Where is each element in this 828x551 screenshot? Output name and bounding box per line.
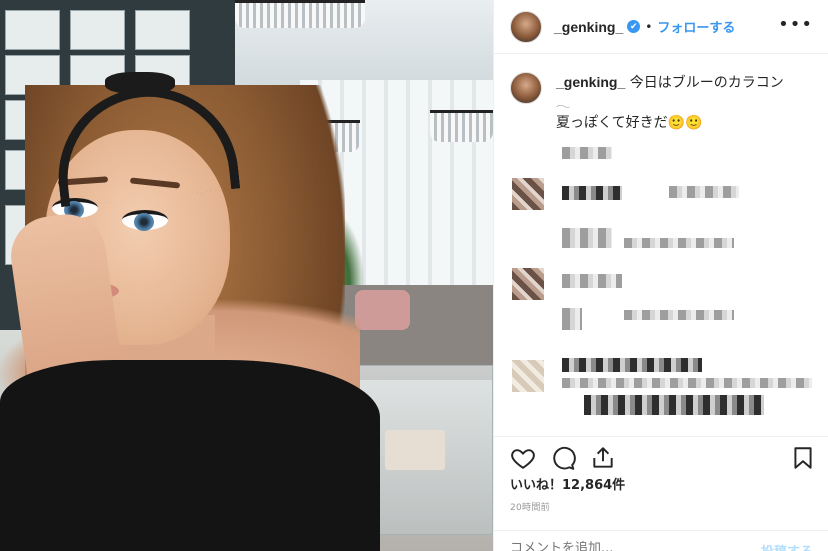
avatar[interactable] (510, 10, 542, 43)
comment-bubble-icon[interactable] (550, 445, 576, 471)
caption-avatar[interactable] (510, 72, 542, 104)
post-side-panel: _genking_ ✔ • フォローする ••• _genking_ 今日はブル… (493, 0, 828, 551)
caption-line1: 今日はブルーのカラコン (629, 75, 784, 91)
post-header: _genking_ ✔ • フォローする ••• (494, 0, 828, 54)
mosaic-comment (562, 378, 812, 388)
caption-line2: 夏っぽくて好きだ🙂🙂 (556, 115, 703, 131)
comment-avatar (512, 268, 544, 300)
shelf-cell (5, 10, 60, 50)
mosaic-comment (624, 238, 734, 248)
header-username[interactable]: _genking_ (554, 19, 623, 35)
caption-line1b: 𓂃 (556, 96, 571, 110)
action-bar (494, 436, 828, 476)
comment-avatar (512, 360, 544, 392)
photo-cushion (355, 290, 410, 330)
mosaic-comment (562, 228, 612, 248)
comment-bar: 投稿する (494, 530, 828, 551)
mosaic-comment (562, 274, 622, 288)
follow-button[interactable]: フォローする (657, 17, 735, 36)
shelf-cell (70, 10, 125, 50)
mosaic-timestamp (562, 147, 612, 159)
post-timestamp[interactable]: 20時間前 (510, 500, 550, 513)
photo-chandelier-right (430, 110, 493, 142)
photo-headband-bow (105, 72, 175, 94)
caption: _genking_ 今日はブルーのカラコン 𓂃 夏っぽくて好きだ🙂🙂 (510, 72, 815, 133)
mosaic-comment (562, 358, 702, 372)
shelf-cell (135, 10, 190, 50)
mosaic-comment (562, 308, 582, 330)
verified-badge-icon: ✔ (627, 20, 641, 33)
mosaic-comment (584, 395, 764, 415)
mosaic-comment (669, 186, 739, 198)
header-separator: • (645, 19, 653, 34)
photo-tissue-box (385, 430, 445, 470)
more-options-icon[interactable]: ••• (778, 14, 813, 35)
post-photo[interactable] (0, 0, 493, 551)
caption-username[interactable]: _genking_ (556, 74, 625, 90)
photo-eye-right (122, 210, 168, 231)
photo-black-top (0, 360, 380, 551)
heart-icon[interactable] (510, 445, 536, 471)
post-comment-button[interactable]: 投稿する (761, 541, 813, 551)
comment-avatar (512, 178, 544, 210)
likes-count[interactable]: いいね！12,864件 (510, 474, 625, 493)
mosaic-comment (562, 186, 622, 200)
caption-text: _genking_ 今日はブルーのカラコン 𓂃 夏っぽくて好きだ🙂🙂 (556, 72, 815, 133)
photo-chandelier-top (235, 0, 365, 28)
bookmark-icon[interactable] (790, 445, 816, 471)
share-icon[interactable] (590, 445, 616, 471)
comment-input[interactable] (510, 541, 740, 551)
mosaic-comment (624, 310, 734, 320)
